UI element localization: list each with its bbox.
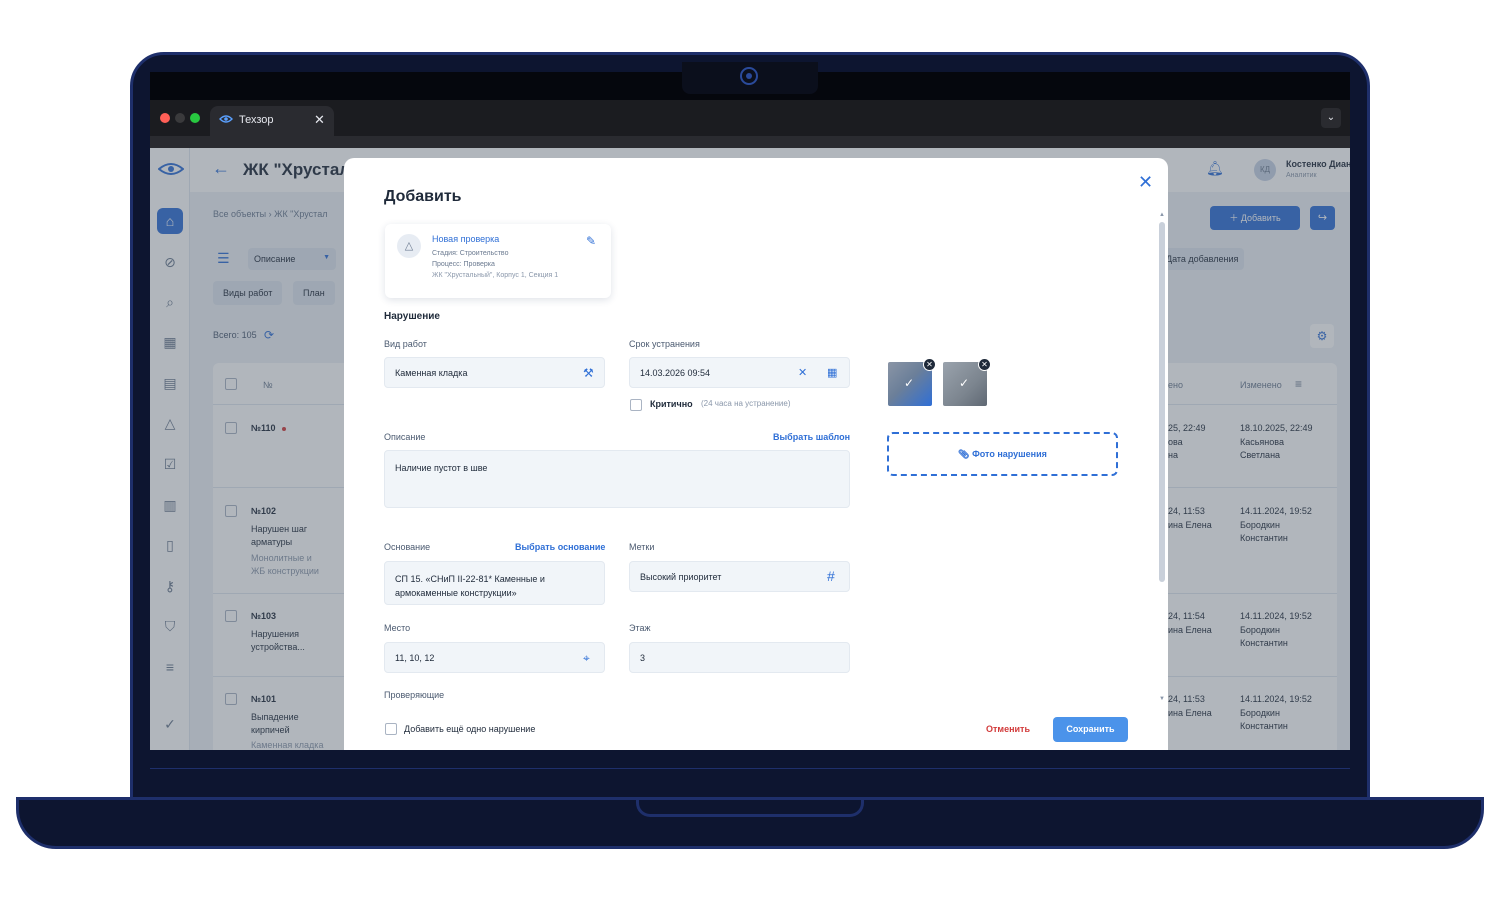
tags-value: Высокий приоритет xyxy=(640,572,722,582)
laptop-hinge xyxy=(130,768,1370,798)
basis-value-line1: СП 15. «СНиП II-22-81* Каменные и xyxy=(395,574,545,584)
browser-tab-title: Техзор xyxy=(239,114,274,126)
remove-photo-icon[interactable]: ✕ xyxy=(923,358,936,371)
work-type-value: Каменная кладка xyxy=(395,368,468,378)
remove-photo-icon[interactable]: ✕ xyxy=(978,358,991,371)
warning-icon: △ xyxy=(397,234,421,258)
trackpad-notch xyxy=(636,797,864,817)
check-icon: ✓ xyxy=(959,376,970,390)
tab-close-icon[interactable]: ✕ xyxy=(314,112,325,128)
inspection-stage: Стадия: Строительство xyxy=(432,250,509,257)
scroll-up-icon[interactable]: ▲ xyxy=(1159,212,1165,218)
floor-field[interactable]: 3 xyxy=(629,642,850,673)
add-violation-modal: Добавить ✕ ▲ ▼ △ Новая проверка Стадия: … xyxy=(344,158,1168,750)
scrollbar[interactable] xyxy=(1159,222,1165,582)
paperclip-icon: 📎︎ xyxy=(958,449,970,459)
description-label: Описание xyxy=(384,432,426,442)
clear-icon[interactable]: ✕ xyxy=(798,366,807,379)
close-icon[interactable]: ✕ xyxy=(1138,172,1153,193)
deadline-label: Срок устранения xyxy=(629,339,700,349)
modal-title: Добавить xyxy=(384,188,462,205)
add-another-label: Добавить ещё одно нарушение xyxy=(404,724,536,734)
inspection-title[interactable]: Новая проверка xyxy=(432,234,499,244)
choose-template-link[interactable]: Выбрать шаблон xyxy=(773,432,850,442)
tools-icon: ⚒ xyxy=(583,366,594,380)
pencil-icon[interactable]: ✎ xyxy=(586,234,596,248)
work-type-label: Вид работ xyxy=(384,339,427,349)
add-photo-label: Фото нарушения xyxy=(972,449,1047,459)
basis-value-line2: армокаменные конструкции» xyxy=(395,588,517,598)
scroll-down-icon[interactable]: ▼ xyxy=(1159,696,1165,702)
place-value: 11, 10, 12 xyxy=(395,653,435,663)
eye-logo-icon xyxy=(219,115,233,123)
window-maximize-dot[interactable] xyxy=(190,113,200,123)
save-button[interactable]: Сохранить xyxy=(1053,717,1128,742)
hinge-line xyxy=(150,768,1350,769)
inspection-process: Процесс: Проверка xyxy=(432,261,495,268)
add-another-checkbox[interactable] xyxy=(385,723,397,735)
work-type-field[interactable]: Каменная кладка ⚒ xyxy=(384,357,605,388)
section-title: Нарушение xyxy=(384,311,440,322)
critical-checkbox[interactable] xyxy=(630,399,642,411)
calendar-icon[interactable]: ▦ xyxy=(827,366,837,379)
cancel-button[interactable]: Отменить xyxy=(986,724,1030,734)
place-field[interactable]: 11, 10, 12 ⌖ xyxy=(384,642,605,673)
crosshair-icon[interactable]: ⌖ xyxy=(583,651,590,666)
critical-hint: (24 часа на устранение) xyxy=(701,399,791,408)
deadline-value: 14.03.2026 09:54 xyxy=(640,368,711,378)
basis-label: Основание xyxy=(384,542,431,552)
place-label: Место xyxy=(384,623,411,633)
description-textarea[interactable]: Наличие пустот в шве xyxy=(384,450,850,508)
check-icon: ✓ xyxy=(904,376,915,390)
window-minimize-dot[interactable] xyxy=(175,113,185,123)
add-photo-button[interactable]: 📎︎ Фото нарушения xyxy=(887,432,1118,476)
basis-field[interactable]: СП 15. «СНиП II-22-81* Каменные и армока… xyxy=(384,561,605,605)
floor-value: 3 xyxy=(640,653,646,663)
chevron-down-icon[interactable]: ⌄ xyxy=(1321,108,1341,128)
browser-toolbar xyxy=(150,136,1350,148)
camera-icon xyxy=(740,67,758,85)
inspection-card[interactable]: △ Новая проверка Стадия: Строительство П… xyxy=(385,224,611,298)
window-close-dot[interactable] xyxy=(160,113,170,123)
choose-basis-link[interactable]: Выбрать основание xyxy=(515,542,605,552)
tags-field[interactable]: Высокий приоритет # xyxy=(629,561,850,592)
inspectors-label: Проверяющие xyxy=(384,690,445,700)
critical-label: Критично xyxy=(650,399,693,409)
floor-label: Этаж xyxy=(629,623,651,633)
hashtag-icon: # xyxy=(827,568,835,584)
inspection-location: ЖК "Хрустальный", Корпус 1, Секция 1 xyxy=(432,272,559,279)
deadline-field[interactable]: 14.03.2026 09:54 ✕ ▦ xyxy=(629,357,850,388)
tags-label: Метки xyxy=(629,542,655,552)
